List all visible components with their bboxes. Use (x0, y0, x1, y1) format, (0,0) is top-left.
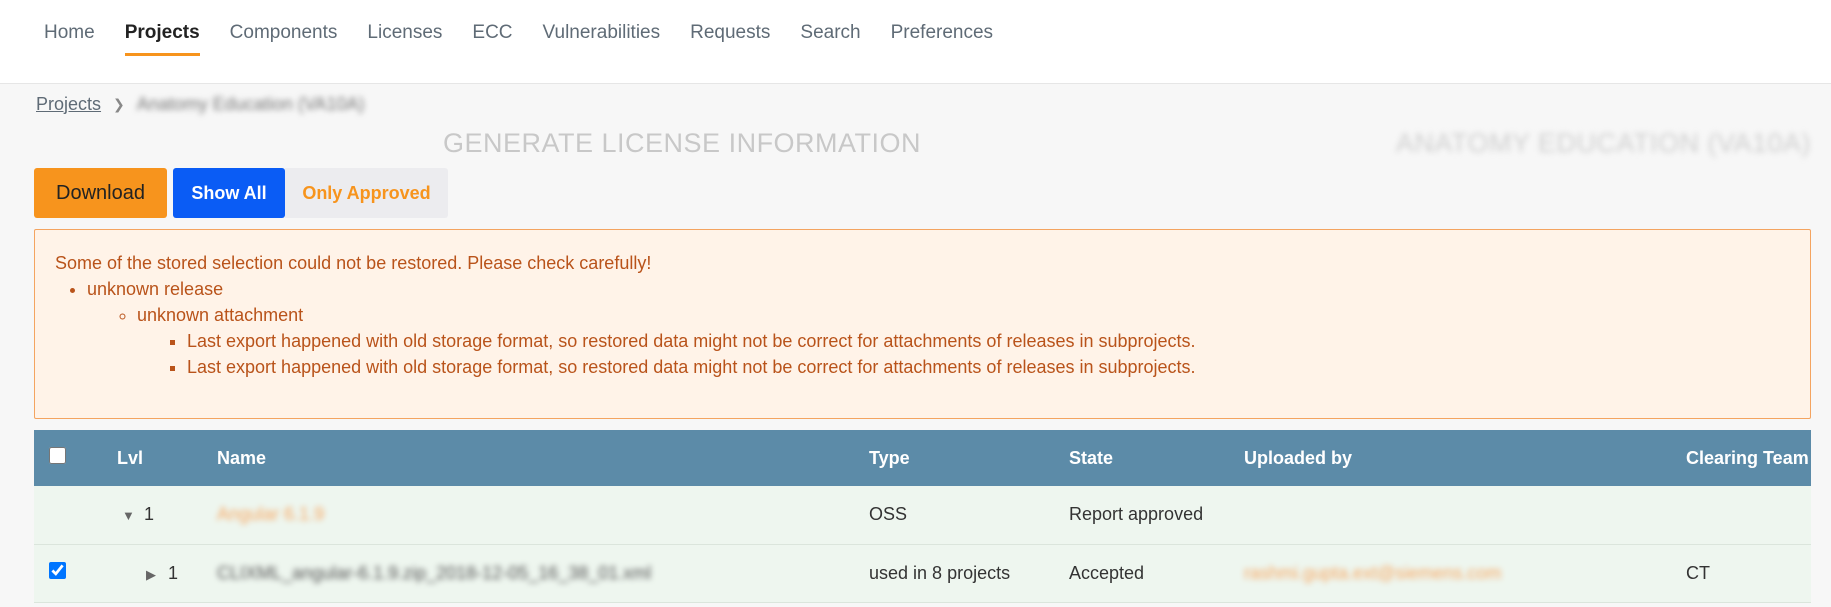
alert-list: unknown release unknown attachment Last … (55, 276, 1790, 380)
page-title: GENERATE LICENSE INFORMATION (443, 128, 922, 158)
header-type[interactable]: Type (869, 430, 1069, 486)
row-select-checkbox[interactable] (49, 562, 66, 579)
header-lvl[interactable]: Lvl (117, 430, 217, 486)
alert-detail-list: Last export happened with old storage fo… (137, 328, 1790, 380)
row-lvl: 1 (144, 504, 155, 525)
row-state: Accepted (1069, 562, 1145, 583)
restore-warning-alert: Some of the stored selection could not b… (34, 229, 1811, 419)
alert-heading: Some of the stored selection could not b… (55, 253, 652, 273)
usage-prefix: used in (869, 562, 933, 583)
table-row[interactable]: ▶ 1 CLIXML_angular-6.1.9.zip_2018-12-05_1… (34, 544, 1811, 602)
usage-count-link[interactable]: 8 (932, 563, 942, 583)
alert-release-label: unknown release (87, 279, 224, 299)
header-name[interactable]: Name (217, 430, 869, 486)
row-uploaded-by-cell: rashmi.gupta.ext@siemens.com (1244, 544, 1686, 602)
alert-release-item: unknown release unknown attachment Last … (87, 276, 1790, 380)
header-state[interactable]: State (1069, 430, 1244, 486)
chevron-right-icon: ❯ (113, 95, 125, 112)
row-type: OSS (869, 504, 908, 525)
row-check-cell (34, 544, 117, 602)
header-uploaded-by[interactable]: Uploaded by (1244, 430, 1686, 486)
select-all-checkbox[interactable] (49, 447, 66, 464)
table-header-row: Lvl Name Type State Uploaded by Clearing… (34, 430, 1811, 486)
alert-attachment-item: unknown attachment Last export happened … (137, 302, 1790, 380)
release-name-link[interactable]: Angular 6.1.9 (217, 504, 324, 524)
breadcrumb-current-project: Anatomy Education (VA10A) (136, 93, 365, 114)
download-button[interactable]: Download (34, 168, 167, 218)
row-lvl-cell: ▼ 1 (117, 486, 217, 544)
expand-triangle-icon[interactable]: ▶ (146, 567, 168, 583)
project-name-title: ANATOMY EDUCATION (VA10A) (1395, 128, 1811, 158)
alert-detail-item: Last export happened with old storage fo… (187, 328, 1790, 354)
top-navigation: Home Projects Components Licenses ECC Vu… (0, 0, 1831, 84)
row-state: Report approved (1069, 504, 1204, 525)
uploader-email-link[interactable]: rashmi.gupta.ext@siemens.com (1244, 563, 1501, 583)
collapse-triangle-icon[interactable]: ▼ (122, 508, 144, 523)
table-row[interactable]: ▼ 1 Angular 6.1.9 OSS Report approved (34, 486, 1811, 544)
nav-home[interactable]: Home (44, 22, 95, 56)
license-table: Lvl Name Type State Uploaded by Clearing… (34, 430, 1811, 603)
nav-licenses[interactable]: Licenses (367, 22, 442, 56)
row-lvl-cell: ▶ 1 (117, 544, 217, 602)
attachment-name: CLIXML_angular-6.1.9.zip_2018-12-05_16_3… (217, 562, 652, 583)
breadcrumb: Projects ❯ Anatomy Education (VA10A) (0, 84, 1831, 124)
row-type-cell: used in 8 projects (869, 544, 1069, 602)
nav-components[interactable]: Components (230, 22, 338, 56)
nav-projects[interactable]: Projects (124, 22, 200, 56)
alert-detail-item: Last export happened with old storage fo… (187, 354, 1790, 380)
only-approved-button[interactable]: Only Approved (285, 168, 448, 218)
nav-search[interactable]: Search (800, 22, 860, 56)
alert-attachment-label: unknown attachment (137, 305, 304, 325)
row-name-cell: Angular 6.1.9 (217, 486, 869, 544)
row-uploaded-by (1244, 486, 1686, 544)
nav-vulnerabilities[interactable]: Vulnerabilities (543, 22, 661, 56)
nav-preferences[interactable]: Preferences (891, 22, 993, 56)
row-clearing-team (1686, 486, 1811, 544)
row-clearing-team: CT (1686, 562, 1710, 583)
nav-ecc[interactable]: ECC (472, 22, 512, 56)
page-header: GENERATE LICENSE INFORMATION ANATOMY EDU… (0, 124, 1831, 168)
header-clearing-team[interactable]: Clearing Team (1686, 430, 1811, 486)
row-check-cell (34, 486, 117, 544)
alert-sublist: unknown attachment Last export happened … (87, 302, 1790, 380)
show-all-button[interactable]: Show All (173, 168, 285, 218)
header-select-all-cell (34, 430, 117, 486)
action-button-row: Download Show All Only Approved (0, 168, 1831, 218)
nav-requests[interactable]: Requests (690, 22, 770, 56)
usage-suffix: projects (942, 562, 1011, 583)
row-lvl: 1 (168, 562, 179, 583)
breadcrumb-projects-link[interactable]: Projects (36, 94, 101, 115)
row-name-cell: CLIXML_angular-6.1.9.zip_2018-12-05_16_3… (217, 544, 869, 602)
